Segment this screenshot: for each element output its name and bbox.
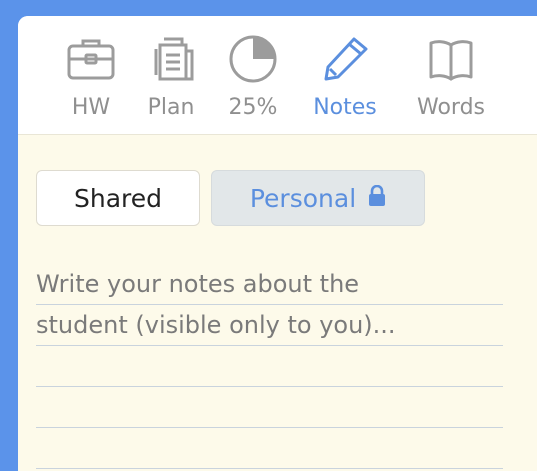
tab-hw[interactable]: HW <box>58 16 124 135</box>
tab-notes-label: Notes <box>313 95 377 120</box>
tab-notes[interactable]: Notes <box>310 16 382 135</box>
notes-placeholder-line-1: Write your notes about the <box>36 270 360 298</box>
open-book-icon <box>425 34 477 84</box>
briefcase-icon <box>65 34 117 84</box>
progress-ring-icon <box>227 34 279 84</box>
notes-textarea[interactable]: Write your notes about the student (visi… <box>36 264 503 469</box>
tab-progress[interactable]: 25% <box>224 16 284 135</box>
tab-plan-label: Plan <box>147 95 195 120</box>
tab-words[interactable]: Words <box>411 16 491 135</box>
personal-toggle-button[interactable]: Personal <box>211 170 425 226</box>
tab-words-label: Words <box>416 95 486 120</box>
lock-icon <box>368 184 386 213</box>
tab-progress-label: 25% <box>228 95 278 120</box>
tab-hw-label: HW <box>71 95 111 120</box>
personal-label: Personal <box>249 183 357 213</box>
pencil-icon <box>320 34 372 84</box>
notes-placeholder-line-2: student (visible only to you)... <box>36 311 396 339</box>
notes-panel: HW Plan 25% Notes Words Shared Personal … <box>18 16 537 471</box>
document-stack-icon <box>147 34 199 84</box>
tab-plan[interactable]: Plan <box>143 16 203 135</box>
shared-label: Shared <box>73 183 162 213</box>
shared-toggle-button[interactable]: Shared <box>36 170 200 226</box>
tab-toolbar: HW Plan 25% Notes Words <box>18 16 537 135</box>
